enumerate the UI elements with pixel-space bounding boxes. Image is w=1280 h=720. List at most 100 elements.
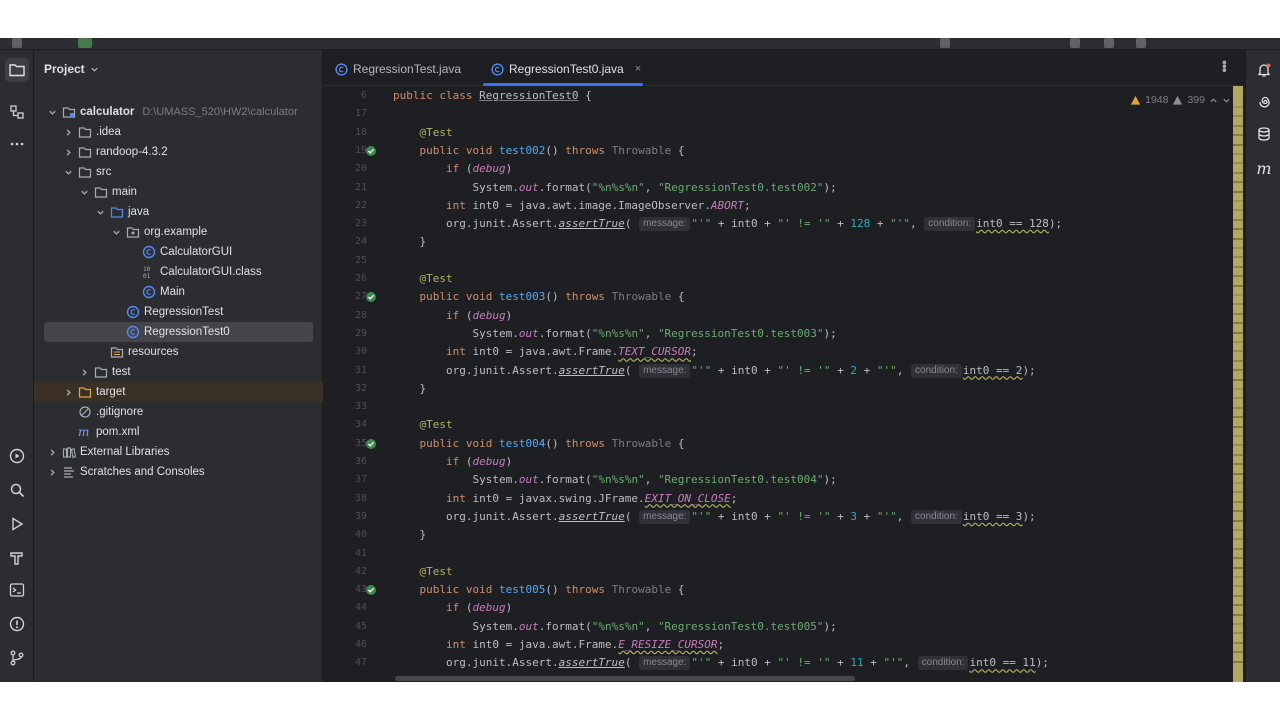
code-line[interactable]: } <box>393 233 426 251</box>
code-line[interactable]: org.junit.Assert.assertTrue( message: "'"… <box>393 508 1036 526</box>
structure-tool-button[interactable] <box>5 100 29 124</box>
code-line[interactable]: @Test <box>393 416 453 434</box>
stripe-mark <box>1233 265 1243 268</box>
build-tool-button[interactable] <box>5 546 29 570</box>
tree-item-calculatorgui-class[interactable]: 10 01 CalculatorGUI.class <box>34 262 323 282</box>
chevron-right-icon[interactable] <box>62 126 74 138</box>
chevron-down-icon[interactable] <box>94 206 106 218</box>
code-view[interactable]: public class RegressionTest0 { @Test pub… <box>393 86 1193 682</box>
terminal-tool-button[interactable] <box>5 578 29 602</box>
tree-item-external-libraries[interactable]: External Libraries <box>34 442 323 462</box>
tree-item-calculator[interactable]: calculator D:\UMASS_520\HW2\calculator <box>34 102 323 122</box>
notifications-button[interactable] <box>1254 60 1274 80</box>
tree-item-main[interactable]: Main <box>34 282 323 302</box>
problems-tool-button[interactable] <box>5 612 29 636</box>
line-number: 38 <box>354 492 367 504</box>
code-line[interactable]: @Test <box>393 563 453 581</box>
tree-item-regressiontest[interactable]: RegressionTest <box>34 302 323 322</box>
code-line[interactable]: } <box>393 526 426 544</box>
code-line[interactable]: int int0 = java.awt.Frame.TEXT_CURSOR; <box>393 343 698 361</box>
chevron-right-icon[interactable] <box>62 386 74 398</box>
code-line[interactable]: @Test <box>393 124 453 142</box>
collab-icon[interactable] <box>1070 38 1080 48</box>
tab-regressiontest0[interactable]: RegressionTest0.java × <box>491 58 641 80</box>
chevron-down-icon[interactable] <box>62 166 74 178</box>
services-tool-button[interactable] <box>5 444 29 468</box>
code-line[interactable]: int int0 = javax.swing.JFrame.EXIT_ON_CL… <box>393 490 737 508</box>
tree-item-test[interactable]: test <box>34 362 323 382</box>
chevron-right-icon[interactable] <box>46 466 58 478</box>
code-line[interactable]: if (debug) <box>393 307 512 325</box>
tree-item-java[interactable]: java <box>34 202 323 222</box>
chevron-down-icon[interactable] <box>110 226 122 238</box>
vcs-icon[interactable] <box>940 38 950 48</box>
sticky-class-header[interactable]: public class RegressionTest0 { <box>393 87 592 105</box>
tree-item-regressiontest0[interactable]: RegressionTest0 <box>34 322 323 342</box>
project-panel-header[interactable]: Project <box>44 60 99 78</box>
code-line[interactable]: int int0 = java.awt.Frame.E_RESIZE_CURSO… <box>393 636 724 654</box>
chevron-up-icon[interactable] <box>1209 96 1218 105</box>
code-line[interactable]: public void test004() throws Throwable { <box>393 435 685 453</box>
code-line[interactable]: org.junit.Assert.assertTrue( message: "'"… <box>393 215 1062 233</box>
horizontal-scrollbar[interactable] <box>395 676 855 681</box>
stripe-mark <box>1233 472 1243 475</box>
code-line[interactable]: System.out.format("%n%s%n", "RegressionT… <box>393 618 836 636</box>
code-line[interactable]: if (debug) <box>393 453 512 471</box>
tree-item-src[interactable]: src <box>34 162 323 182</box>
run-test-gutter-icon[interactable] <box>365 291 377 303</box>
main-menu-icon[interactable] <box>12 38 22 48</box>
more-tools-button[interactable] <box>5 132 29 156</box>
error-stripe[interactable] <box>1233 86 1243 682</box>
tree-item-org-example[interactable]: org.example <box>34 222 323 242</box>
tree-item-label: .gitignore <box>96 406 144 418</box>
ai-assistant-button[interactable] <box>1254 92 1274 112</box>
tree-item-calculatorgui[interactable]: CalculatorGUI <box>34 242 323 262</box>
code-line[interactable]: if (debug) <box>393 160 512 178</box>
database-button[interactable] <box>1254 124 1274 144</box>
tree-item-main[interactable]: main <box>34 182 323 202</box>
line-gutter[interactable]: 6 17 18 19 20 21 22 23 24 25 26 27 28 29 30 31 32 33 34 35 3… <box>323 86 389 682</box>
close-icon[interactable]: × <box>635 63 641 75</box>
run-tool-button[interactable] <box>5 512 29 536</box>
code-line[interactable]: public void test002() throws Throwable { <box>393 142 685 160</box>
code-line[interactable]: @Test <box>393 270 453 288</box>
tree-item-target[interactable]: target <box>34 382 323 402</box>
chevron-right-icon[interactable] <box>62 146 74 158</box>
chevron-right-icon[interactable] <box>78 366 90 378</box>
chevron-down-icon[interactable] <box>46 106 58 118</box>
tree-item-idea[interactable]: .idea <box>34 122 323 142</box>
code-line[interactable]: org.junit.Assert.assertTrue( message: "'"… <box>393 362 1036 380</box>
chevron-down-icon[interactable] <box>1222 96 1231 105</box>
class-icon <box>491 62 504 76</box>
project-tool-button[interactable] <box>5 58 29 82</box>
maven-button[interactable]: m <box>1254 158 1274 178</box>
tab-options-icon[interactable]: ••• <box>1217 60 1233 72</box>
settings-gear-icon[interactable] <box>1136 38 1146 48</box>
run-test-gutter-icon[interactable] <box>365 145 377 157</box>
search-everywhere-icon[interactable] <box>1104 38 1114 48</box>
tree-item-gitignore[interactable]: .gitignore <box>34 402 323 422</box>
run-test-gutter-icon[interactable] <box>365 438 377 450</box>
code-line[interactable]: System.out.format("%n%s%n", "RegressionT… <box>393 471 836 489</box>
project-widget-icon[interactable] <box>78 38 92 48</box>
tree-item-randoop-4-3-2[interactable]: randoop-4.3.2 <box>34 142 323 162</box>
code-line[interactable]: int int0 = java.awt.image.ImageObserver.… <box>393 197 751 215</box>
chevron-down-icon[interactable] <box>78 186 90 198</box>
tree-item-resources[interactable]: resources <box>34 342 323 362</box>
code-line[interactable]: org.junit.Assert.assertTrue( message: "'"… <box>393 654 1049 672</box>
tab-regressiontest[interactable]: RegressionTest.java <box>335 58 461 80</box>
chevron-right-icon[interactable] <box>46 446 58 458</box>
git-tool-button[interactable] <box>5 646 29 670</box>
more-dots-icon <box>10 142 24 146</box>
code-line[interactable]: } <box>393 380 426 398</box>
code-line[interactable]: public void test005() throws Throwable { <box>393 581 685 599</box>
code-line[interactable]: System.out.format("%n%s%n", "RegressionT… <box>393 325 836 343</box>
find-tool-button[interactable] <box>5 478 29 502</box>
code-line[interactable]: public void test003() throws Throwable { <box>393 288 685 306</box>
code-line[interactable]: System.out.format("%n%s%n", "RegressionT… <box>393 179 836 197</box>
code-line[interactable]: if (debug) <box>393 599 512 617</box>
tree-item-pom-xml[interactable]: m pom.xml <box>34 422 323 442</box>
tree-item-scratches-and-consoles[interactable]: Scratches and Consoles <box>34 462 323 482</box>
run-test-gutter-icon[interactable] <box>365 584 377 596</box>
